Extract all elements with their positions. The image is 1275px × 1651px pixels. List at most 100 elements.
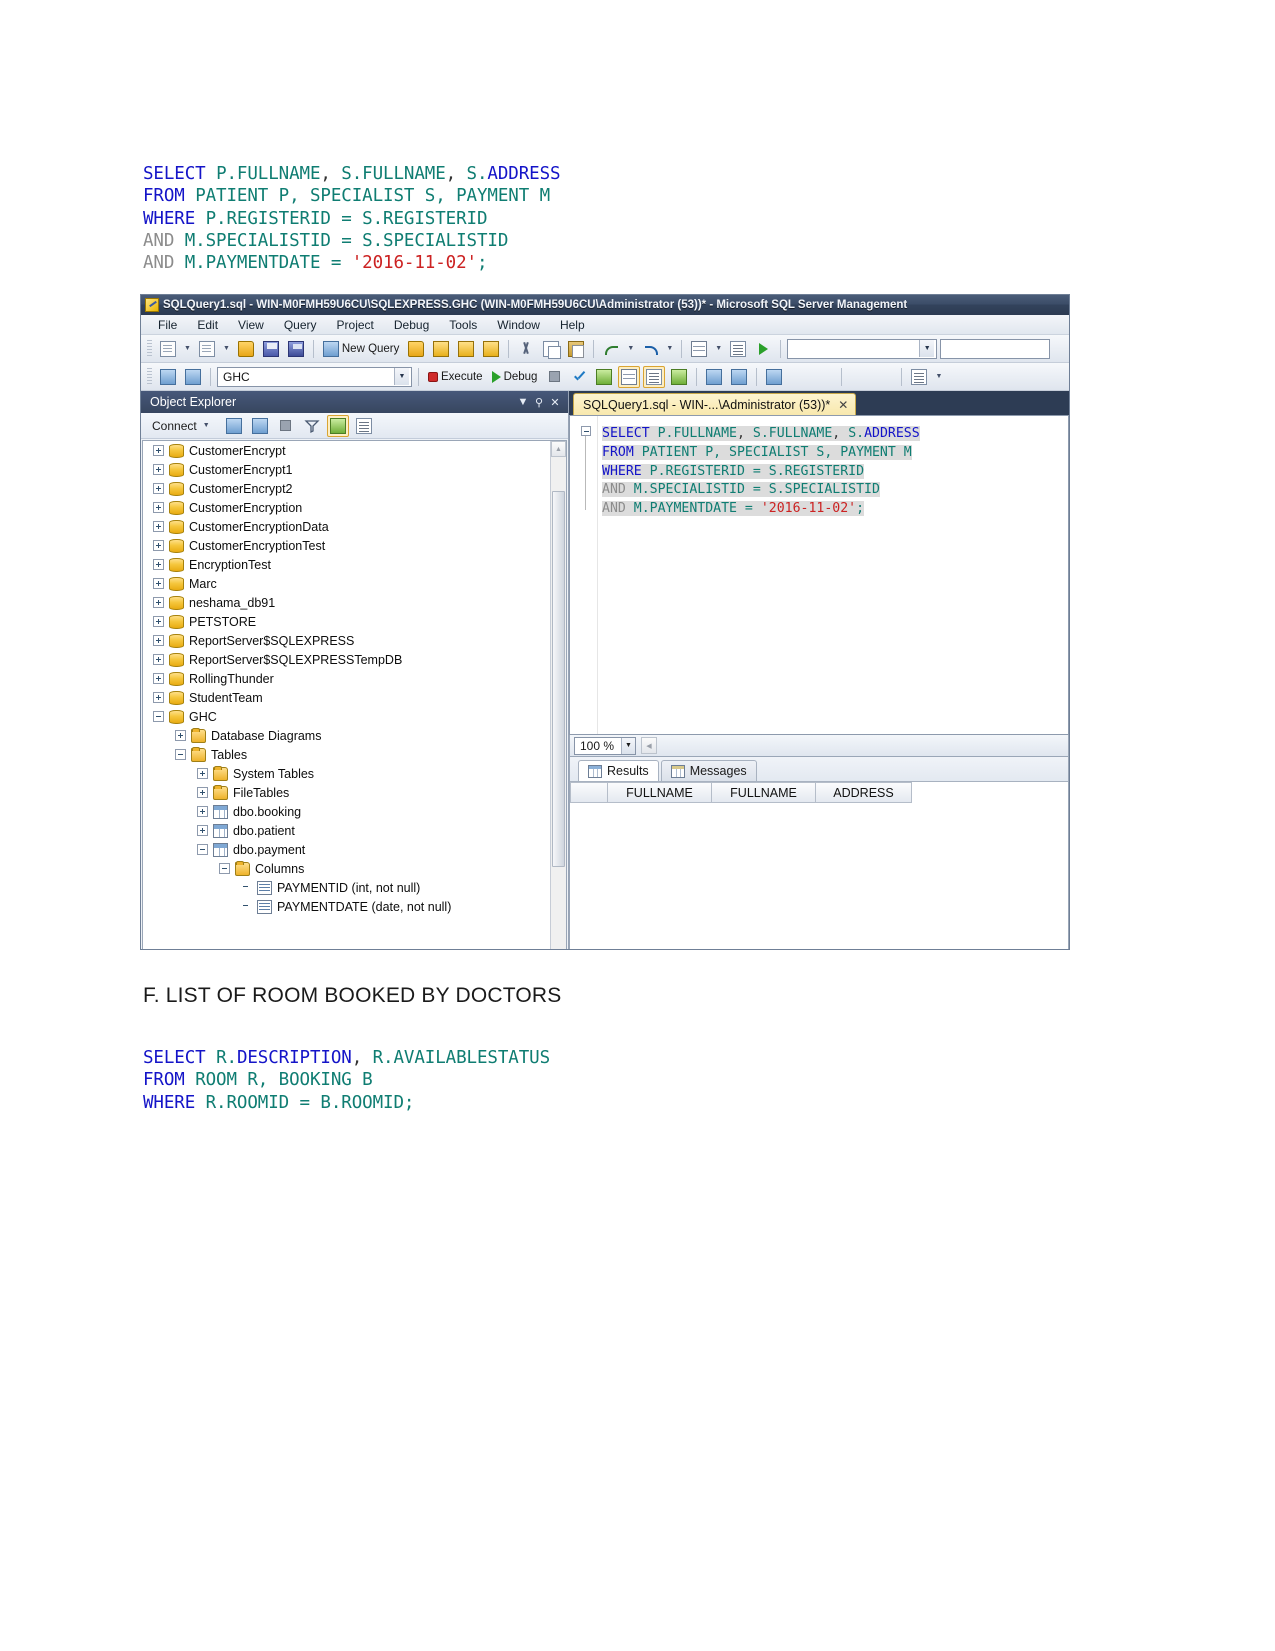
redo-caret-icon[interactable]: ▼ <box>664 345 675 352</box>
results-to-text-button[interactable] <box>643 365 666 388</box>
close-icon[interactable]: ✕ <box>547 396 563 409</box>
tree-node[interactable]: PAYMENTDATE (date, not null) <box>143 897 550 916</box>
scrollbar-track[interactable] <box>551 457 566 949</box>
collapse-icon[interactable] <box>175 749 186 760</box>
copy-button[interactable] <box>540 338 562 360</box>
expand-icon[interactable] <box>153 540 164 551</box>
tree-node[interactable]: CustomerEncryptionTest <box>143 536 550 555</box>
tree-node[interactable]: CustomerEncrypt2 <box>143 479 550 498</box>
grid-column-header[interactable]: FULLNAME <box>712 782 816 803</box>
oe-disconnect-button[interactable] <box>249 415 271 437</box>
tree-node[interactable]: dbo.payment <box>143 840 550 859</box>
redo-button[interactable] <box>639 338 661 360</box>
connect-dropdown-button[interactable]: Connect ▼ <box>145 416 219 436</box>
find-caret-icon[interactable]: ▼ <box>713 345 724 352</box>
menu-item-query[interactable]: Query <box>275 316 326 334</box>
close-icon[interactable]: ✕ <box>838 398 848 412</box>
tree-node[interactable]: System Tables <box>143 764 550 783</box>
specify-values-button[interactable] <box>908 366 930 388</box>
expand-icon[interactable] <box>197 787 208 798</box>
new-project-caret-icon[interactable]: ▼ <box>221 345 232 352</box>
expand-icon[interactable] <box>153 521 164 532</box>
new-mdx-query-button[interactable] <box>430 338 452 360</box>
sql-editor-text[interactable]: SELECT P.FULLNAME, S.FULLNAME, S.ADDRESS… <box>598 416 1068 734</box>
results-grid[interactable]: FULLNAME FULLNAME ADDRESS <box>570 781 1068 949</box>
scroll-up-icon[interactable]: ▲ <box>551 441 566 457</box>
stop-button[interactable] <box>543 366 565 388</box>
oe-filter-button[interactable] <box>301 415 323 437</box>
tree-node[interactable]: ReportServer$SQLEXPRESS <box>143 631 550 650</box>
expand-icon[interactable] <box>197 825 208 836</box>
disconnect-button[interactable] <box>182 366 204 388</box>
save-button[interactable] <box>260 338 282 360</box>
undo-caret-icon[interactable]: ▼ <box>625 345 636 352</box>
tree-node[interactable]: CustomerEncrypt1 <box>143 460 550 479</box>
tree-node[interactable]: dbo.booking <box>143 802 550 821</box>
tree-node[interactable]: neshama_db91 <box>143 593 550 612</box>
menu-item-file[interactable]: File <box>149 316 186 334</box>
tree-node[interactable]: dbo.patient <box>143 821 550 840</box>
collapse-icon[interactable] <box>197 844 208 855</box>
launch-button[interactable] <box>727 338 749 360</box>
chevron-down-icon[interactable]: ▼ <box>394 368 409 385</box>
save-all-button[interactable] <box>285 338 307 360</box>
include-client-stats-button[interactable] <box>728 366 750 388</box>
toolbar-grip[interactable] <box>147 367 152 386</box>
expand-icon[interactable] <box>197 806 208 817</box>
new-dmx-query-button[interactable] <box>455 338 477 360</box>
expand-icon[interactable] <box>153 502 164 513</box>
oe-connect-button[interactable] <box>223 415 245 437</box>
expand-icon[interactable] <box>153 483 164 494</box>
new-xmla-query-button[interactable] <box>480 338 502 360</box>
tree-node[interactable]: Columns <box>143 859 550 878</box>
tree-node[interactable]: PAYMENTID (int, not null) <box>143 878 550 897</box>
new-item-caret-icon[interactable]: ▼ <box>182 345 193 352</box>
tree-node[interactable]: RollingThunder <box>143 669 550 688</box>
editor-fold-margin[interactable] <box>576 416 598 734</box>
specify-values-caret-icon[interactable]: ▼ <box>933 373 944 380</box>
menu-item-edit[interactable]: Edit <box>188 316 227 334</box>
cut-button[interactable] <box>515 338 537 360</box>
tree-node[interactable]: EncryptionTest <box>143 555 550 574</box>
tab-sqlquery1[interactable]: SQLQuery1.sql - WIN-...\Administrator (5… <box>573 393 857 415</box>
toolbar-search-combo[interactable]: ▼ <box>787 338 938 359</box>
grid-column-header[interactable]: ADDRESS <box>816 782 912 803</box>
tree-node[interactable]: Database Diagrams <box>143 726 550 745</box>
menu-item-debug[interactable]: Debug <box>385 316 438 334</box>
menu-item-view[interactable]: View <box>229 316 273 334</box>
tab-messages[interactable]: Messages <box>660 760 757 781</box>
collapse-region-icon[interactable] <box>581 426 591 436</box>
results-to-grid-button[interactable] <box>618 365 641 388</box>
expand-icon[interactable] <box>153 692 164 703</box>
expand-icon[interactable] <box>197 768 208 779</box>
new-item-button[interactable] <box>157 338 179 360</box>
tab-results[interactable]: Results <box>578 760 659 781</box>
new-project-button[interactable] <box>196 338 218 360</box>
debug-button[interactable]: Debug <box>489 366 541 388</box>
expand-icon[interactable] <box>153 673 164 684</box>
connect-button[interactable] <box>157 366 179 388</box>
expand-icon[interactable] <box>153 654 164 665</box>
zoom-level-combo[interactable]: 100 % ▼ <box>574 736 636 755</box>
new-query-button[interactable]: New Query <box>320 338 403 360</box>
new-db-query-button[interactable] <box>405 338 427 360</box>
oe-unregister-button[interactable] <box>353 415 375 437</box>
toolbar-grip[interactable] <box>147 339 152 358</box>
tree-node[interactable]: PETSTORE <box>143 612 550 631</box>
chevron-down-icon[interactable]: ▼ <box>621 737 635 754</box>
object-explorer-tree[interactable]: CustomerEncrypt CustomerEncrypt1 CustomerE… <box>142 440 567 949</box>
undo-button[interactable] <box>600 338 622 360</box>
expand-icon[interactable] <box>153 597 164 608</box>
tree-node[interactable]: GHC <box>143 707 550 726</box>
expand-icon[interactable] <box>153 578 164 589</box>
scroll-left-icon[interactable]: ◀ <box>641 737 657 754</box>
tree-node[interactable]: CustomerEncrypt <box>143 441 550 460</box>
open-file-button[interactable] <box>235 338 257 360</box>
tree-node[interactable]: ReportServer$SQLEXPRESSTempDB <box>143 650 550 669</box>
oe-refresh-button[interactable] <box>326 414 349 437</box>
grid-corner-header[interactable] <box>570 782 608 803</box>
tree-scroll-viewport[interactable]: CustomerEncrypt CustomerEncrypt1 CustomerE… <box>143 441 550 949</box>
sql-editor[interactable]: SELECT P.FULLNAME, S.FULLNAME, S.ADDRESS… <box>569 415 1069 735</box>
menu-item-tools[interactable]: Tools <box>440 316 486 334</box>
tree-node[interactable]: FileTables <box>143 783 550 802</box>
